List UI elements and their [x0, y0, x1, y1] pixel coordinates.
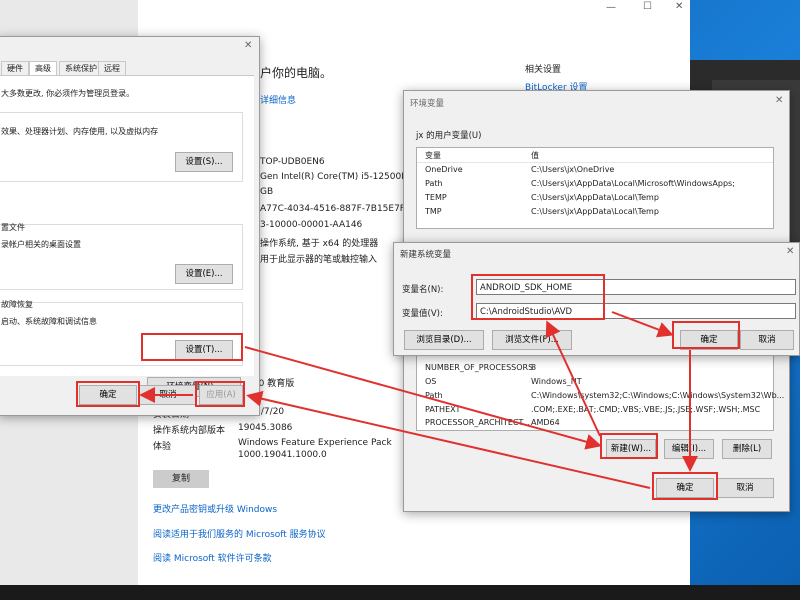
annotation-arrows	[139, 311, 698, 489]
taskbar	[0, 585, 800, 600]
arrow-new-to-inputs	[545, 320, 601, 437]
arrow-env-to-new	[244, 346, 602, 450]
arrow-inputs-to-ok	[611, 311, 674, 338]
